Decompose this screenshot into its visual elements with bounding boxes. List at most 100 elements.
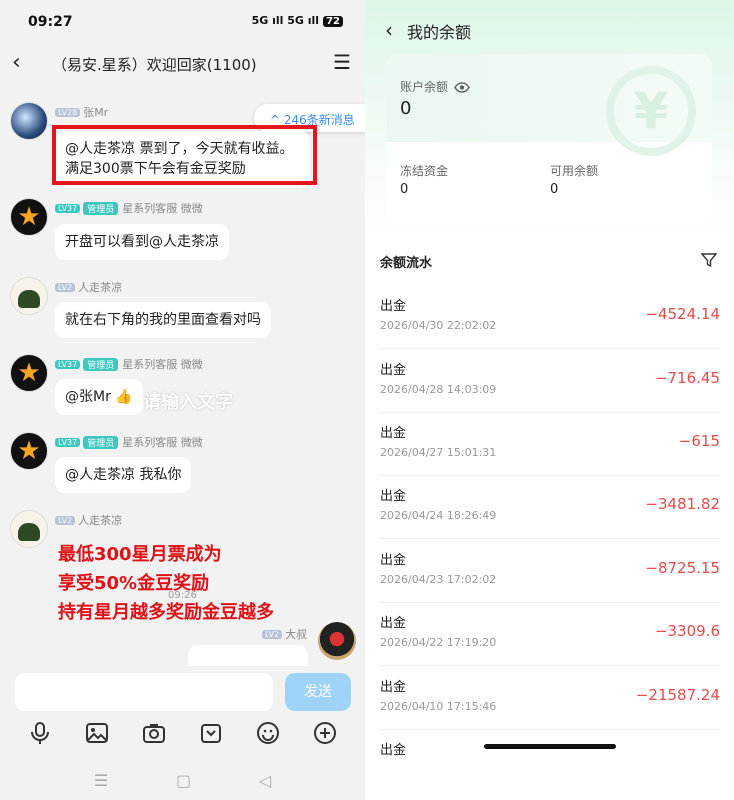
admin-badge: 管理员 <box>83 436 119 449</box>
toolbar <box>0 718 365 748</box>
message-timestamp: 09:26 <box>168 590 197 601</box>
battery-icon: 72 <box>323 16 343 27</box>
transaction-row[interactable]: 出金 2026/04/22 17:19:20 −3309.6 <box>380 602 720 666</box>
level-badge: LV2 <box>262 630 283 639</box>
avatar[interactable] <box>10 277 48 315</box>
available-balance-value: 0 <box>550 182 559 197</box>
balance-screen: ‹ 我的余额 ¥ 账户余额 0 冻结资金 0 可用余额 0 余额流水 出金 202… <box>365 0 734 800</box>
transaction-amount: −615 <box>678 432 720 450</box>
frozen-funds-value: 0 <box>400 182 409 197</box>
level-badge: LV2 <box>55 283 76 292</box>
avatar[interactable] <box>10 102 48 140</box>
home-icon[interactable]: ▢ <box>176 771 191 790</box>
admin-badge: 管理员 <box>83 358 119 371</box>
avatar[interactable] <box>318 622 356 660</box>
message-meta: LV37 管理员 星系列客服 微微 <box>55 356 203 372</box>
transaction-row[interactable]: 出金 2026/04/24 18:26:49 −3481.82 <box>380 475 720 539</box>
sender-name: 人走茶凉 <box>78 281 123 294</box>
promo-line: 最低300星月票成为 <box>58 544 222 565</box>
message-meta: LV37 管理员 星系列客服 微微 <box>55 434 203 450</box>
flow-section-title: 余额流水 <box>380 256 433 271</box>
message-meta: LV2 人走茶凉 <box>55 512 122 528</box>
avatar[interactable]: ★ <box>10 354 48 392</box>
transaction-row[interactable]: 出金 2026/04/30 22:02:02 −4524.14 <box>380 285 720 349</box>
transaction-row[interactable]: 出金 <box>380 729 720 793</box>
eye-icon[interactable] <box>454 82 470 96</box>
transaction-amount: −8725.15 <box>645 559 720 577</box>
back-nav-icon[interactable]: ◁ <box>259 771 271 790</box>
add-icon[interactable] <box>311 719 339 747</box>
recent-apps-icon[interactable]: ☰ <box>94 771 108 790</box>
promo-line: 持有星月越多奖励金豆越多 <box>58 602 274 623</box>
chat-title: （易安.星系）欢迎回家(1100) <box>52 56 257 74</box>
highlight-box <box>52 125 317 185</box>
image-icon[interactable] <box>83 719 111 747</box>
camera-icon[interactable] <box>140 719 168 747</box>
transaction-row[interactable]: 出金 2026/04/23 17:02:02 −8725.15 <box>380 539 720 603</box>
transaction-amount: −3481.82 <box>645 495 720 513</box>
watermark-text: 请输入文字 <box>143 392 233 413</box>
system-nav-bar: ☰ ▢ ◁ <box>0 760 365 800</box>
transaction-date: 2026/04/22 17:19:20 <box>380 636 497 649</box>
status-bar: 09:27 5G ıll 5G ıll 72 <box>0 0 365 42</box>
send-button[interactable]: 发送 <box>285 673 351 711</box>
transaction-type: 出金 <box>380 363 407 378</box>
page-title: 我的余额 <box>407 23 472 42</box>
available-balance-label: 可用余额 <box>550 164 599 178</box>
transaction-amount: −21587.24 <box>635 686 720 704</box>
home-indicator[interactable] <box>484 744 616 749</box>
transaction-date: 2026/04/10 17:15:46 <box>380 700 497 713</box>
transaction-amount: −716.45 <box>654 369 720 387</box>
avatar[interactable] <box>10 510 48 548</box>
transaction-type: 出金 <box>380 426 407 441</box>
transaction-row[interactable]: 出金 2026/04/27 15:01:31 −615 <box>380 412 720 476</box>
transaction-type: 出金 <box>380 680 407 695</box>
sender-name: 大叔 <box>285 628 308 641</box>
gift-icon[interactable] <box>197 719 225 747</box>
status-time: 09:27 <box>28 14 73 30</box>
message-input[interactable] <box>15 673 273 711</box>
level-badge: LV37 <box>55 204 81 213</box>
sender-name: 星系列客服 微微 <box>122 202 203 215</box>
status-icons: 5G ıll 5G ıll 72 <box>252 14 343 27</box>
transaction-amount: −4524.14 <box>645 305 720 323</box>
avatar[interactable]: ★ <box>10 432 48 470</box>
message-bubble: @张Mr 👍 <box>55 379 143 415</box>
microphone-icon[interactable] <box>26 719 54 747</box>
message-bubble: 开盘可以看到@人走茶凉 <box>55 224 229 260</box>
message-meta: LV2 人走茶凉 <box>55 279 122 295</box>
transaction-row[interactable]: 出金 2026/04/28 14:03:09 −716.45 <box>380 349 720 413</box>
sender-name: 星系列客服 微微 <box>122 358 203 371</box>
back-icon[interactable]: ‹ <box>385 18 393 42</box>
frozen-funds-label: 冻结资金 <box>400 164 449 178</box>
transaction-row[interactable]: 出金 2026/04/10 17:15:46 −21587.24 <box>380 666 720 730</box>
emoji-icon[interactable] <box>254 719 282 747</box>
menu-icon[interactable]: ☰ <box>333 50 351 74</box>
account-balance-value: 0 <box>400 98 412 119</box>
account-balance-label: 账户余额 <box>400 78 470 96</box>
message-bubble: 就在右下角的我的里面查看对吗 <box>55 302 271 338</box>
level-badge: LV37 <box>55 360 81 369</box>
transaction-type: 出金 <box>380 616 407 631</box>
message-bubble: @人走茶凉 我私你 <box>55 457 192 493</box>
avatar[interactable]: ★ <box>10 198 48 236</box>
message-meta: LV37 管理员 星系列客服 微微 <box>55 200 203 216</box>
coin-icon: ¥ <box>606 66 696 156</box>
sender-name: 张Mr <box>83 106 109 119</box>
transaction-date: 2026/04/30 22:02:02 <box>380 319 497 332</box>
sender-name: 星系列客服 微微 <box>122 436 203 449</box>
transaction-date: 2026/04/24 18:26:49 <box>380 509 497 522</box>
balance-card-top: ¥ <box>387 54 712 156</box>
chat-header: ‹ （易安.星系）欢迎回家(1100) ☰ <box>0 44 365 84</box>
filter-icon[interactable] <box>700 252 718 272</box>
transaction-type: 出金 <box>380 489 407 504</box>
transaction-date: 2026/04/28 14:03:09 <box>380 383 497 396</box>
level-badge: LV2 <box>55 516 76 525</box>
chat-screen: 09:27 5G ıll 5G ıll 72 ‹ （易安.星系）欢迎回家(1100… <box>0 0 365 800</box>
back-icon[interactable]: ‹ <box>12 50 21 75</box>
transaction-type: 出金 <box>380 299 407 314</box>
transaction-date: 2026/04/23 17:02:02 <box>380 573 497 586</box>
transaction-type: 出金 <box>380 743 407 758</box>
transaction-amount: −3309.6 <box>654 622 720 640</box>
level-badge: LV28 <box>55 108 81 117</box>
